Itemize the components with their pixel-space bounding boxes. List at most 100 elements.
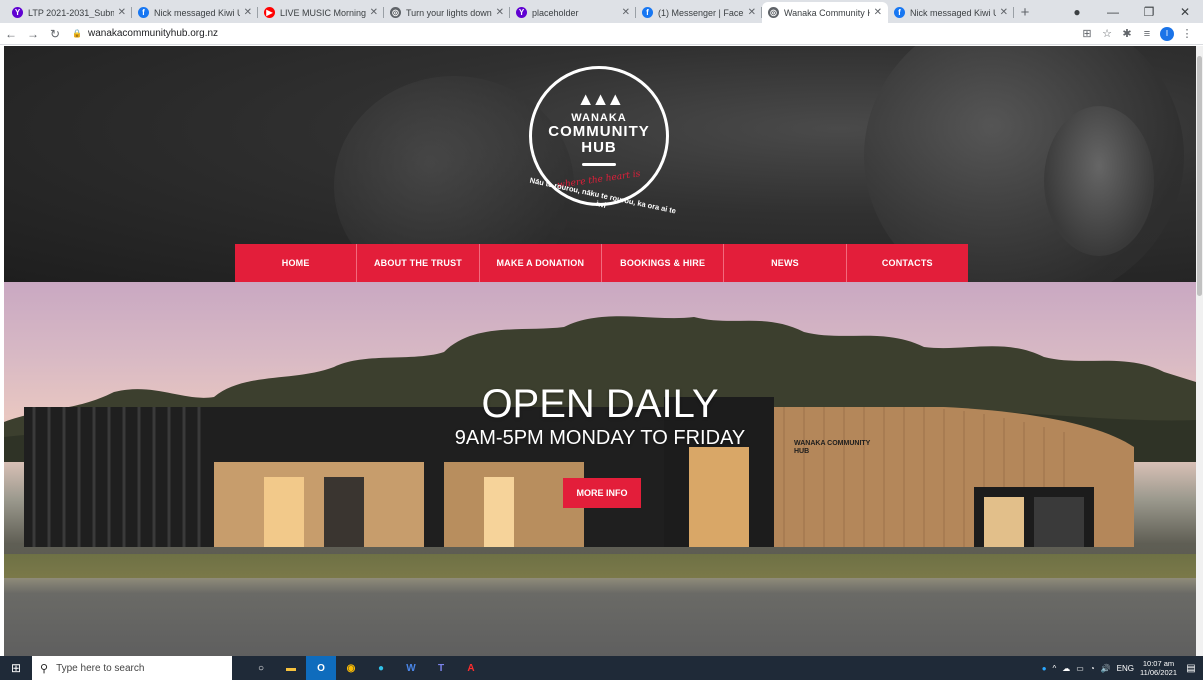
system-tray: ● ^ ☁ ▭ ◔ 🔊 ENG 10:07 am 11/06/2021 [1042,656,1177,680]
taskbar-search-placeholder: Type here to search [56,662,145,674]
nav-item-make-a-donation[interactable]: MAKE A DONATION [479,244,602,282]
menu-icon[interactable]: ⋮ [1177,24,1197,44]
forward-button[interactable]: → [22,23,44,45]
road-surface [4,578,1196,656]
onedrive-icon[interactable]: ☁ [1062,664,1070,673]
facebook-icon: f [138,7,149,18]
help-icon[interactable]: ● [1042,664,1047,673]
teams-icon[interactable]: T [426,656,456,680]
reload-button[interactable]: ↻ [44,23,66,45]
facebook-icon: f [642,7,653,18]
qr-code-icon[interactable]: ⊞ [1077,24,1097,44]
tab-close-icon[interactable]: ✕ [748,7,756,18]
browser-tab[interactable]: ▶ LIVE MUSIC Morning ✕ [258,2,384,23]
tab-close-icon[interactable]: ✕ [622,7,630,18]
globe-icon: ◎ [390,7,401,18]
language-indicator[interactable]: ENG [1117,664,1134,673]
browser-tab[interactable]: Y LTP 2021-2031_Submission ✕ [6,2,132,23]
battery-icon[interactable]: ▭ [1076,664,1084,673]
more-info-button[interactable]: MORE INFO [563,478,641,508]
new-tab-button[interactable]: + [1014,2,1036,23]
notification-icon[interactable]: ▤ [1183,660,1199,676]
background-fingernail [1044,106,1154,256]
minimize-button[interactable]: — [1095,0,1131,23]
clock-date: 11/06/2021 [1140,668,1177,677]
profile-avatar[interactable]: I [1160,26,1174,41]
tab-title: Nick messaged Kiwi Under [910,7,996,18]
tab-list: Y LTP 2021-2031_Submission ✕ f Nick messaged… [6,2,1014,23]
browser-tab[interactable]: ◎ Turn your lights down low ✕ [384,2,510,23]
tab-title: LIVE MUSIC Morning [280,7,366,18]
tab-close-icon[interactable]: ✕ [118,7,126,18]
close-window-button[interactable]: ✕ [1167,0,1203,23]
tab-close-icon[interactable]: ✕ [370,7,378,18]
cortana-icon[interactable]: ○ [246,656,276,680]
site-header: ▲▲▲ WANAKA COMMUNITY HUB where the heart… [4,46,1196,282]
url-text: wanakacommunityhub.org.nz [87,28,219,39]
youtube-icon: ▶ [264,7,275,18]
taskbar-search-box[interactable]: ⚲ Type here to search [32,656,232,680]
acrobat-icon[interactable]: A [456,656,486,680]
nav-item-bookings-hire[interactable]: BOOKINGS & HIRE [601,244,725,282]
chrome-icon[interactable]: ◉ [336,656,366,680]
edge-icon[interactable]: ● [366,656,396,680]
volume-icon[interactable]: 🔊 [1101,664,1111,673]
browser-tab[interactable]: ◎ Wanaka Community Hub | ✕ [762,2,888,23]
hero-banner: WANAKA COMMUNITY HUB OPEN DAILY 9AM-5PM … [4,282,1196,656]
browser-account-icon[interactable]: ● [1059,0,1095,23]
address-bar[interactable]: 🔒 wanakacommunityhub.org.nz [66,25,1077,43]
logo-underline [582,162,616,166]
nav-item-about-the-trust[interactable]: ABOUT THE TRUST [357,244,480,282]
hero-text: OPEN DAILY 9AM-5PM MONDAY TO FRIDAY [4,384,1196,450]
site-logo[interactable]: ▲▲▲ WANAKA COMMUNITY HUB where the heart… [529,66,677,216]
tab-close-icon[interactable]: ✕ [496,7,504,18]
globe-icon: ◎ [768,7,779,18]
tab-close-icon[interactable]: ✕ [244,7,252,18]
back-button[interactable]: ← [0,23,22,45]
tab-title: Nick messaged Kiwi Under [154,7,240,18]
tab-title: LTP 2021-2031_Submission [28,7,114,18]
tab-title: placeholder [532,7,579,18]
windows-taskbar: ⊞ ⚲ Type here to search ○ ▬ O ◉ ● W T A … [0,656,1203,680]
bookmark-star-icon[interactable]: ☆ [1097,24,1117,44]
tray-expand-icon[interactable]: ^ [1053,664,1057,673]
clock-time: 10:07 am [1142,659,1175,668]
browser-tab[interactable]: Yplaceholder ✕ [510,2,636,23]
page-scrollbar[interactable] [1196,46,1203,656]
outlook-icon[interactable]: O [306,656,336,680]
scrollbar-thumb[interactable] [1197,56,1202,296]
browser-toolbar: ← → ↻ 🔒 wanakacommunityhub.org.nz ⊞ ☆ ✱ … [0,23,1203,45]
mountain-logo-icon: ▲▲▲ [576,88,624,109]
tab-title: Turn your lights down low [406,7,492,18]
hero-title: OPEN DAILY [481,382,719,426]
extensions-icon[interactable]: ✱ [1117,24,1137,44]
yahoo-icon: Y [516,7,527,18]
tab-close-icon[interactable]: ✕ [1000,7,1008,18]
nav-item-home[interactable]: HOME [235,244,358,282]
browser-tab-strip: Y LTP 2021-2031_Submission ✕ f Nick messaged… [0,0,1203,23]
browser-tab[interactable]: f Nick messaged Kiwi Under ✕ [888,2,1014,23]
windows-start-icon[interactable]: ⊞ [0,656,32,680]
file-explorer-icon[interactable]: ▬ [276,656,306,680]
wifi-icon[interactable]: ◔ [1090,664,1095,673]
facebook-icon: f [894,7,905,18]
yahoo-icon: Y [12,7,23,18]
reading-list-icon[interactable]: ≡ [1137,24,1157,44]
lock-icon: 🔒 [72,29,82,38]
restore-button[interactable]: ❐ [1131,0,1167,23]
logo-line-community: COMMUNITY [548,122,650,140]
hero-subtitle: 9AM-5PM MONDAY TO FRIDAY [454,427,746,449]
word-icon[interactable]: W [396,656,426,680]
browser-tab[interactable]: f (1) Messenger | Facebook ✕ [636,2,762,23]
nav-item-news[interactable]: NEWS [724,244,847,282]
browser-tab[interactable]: f Nick messaged Kiwi Under ✕ [132,2,258,23]
window-controls: ● — ❐ ✕ [1059,0,1203,23]
page-viewport: ▲▲▲ WANAKA COMMUNITY HUB where the heart… [4,46,1196,656]
nav-item-contacts[interactable]: CONTACTS [846,244,968,282]
tab-close-icon[interactable]: ✕ [874,7,882,18]
taskbar-apps: ○ ▬ O ◉ ● W T A [246,656,486,680]
logo-line-wanaka: WANAKA [571,111,627,124]
tab-title: Wanaka Community Hub | [784,7,870,18]
taskbar-clock[interactable]: 10:07 am 11/06/2021 [1140,659,1177,677]
main-nav: HOME ABOUT THE TRUST MAKE A DONATION BOOKIN… [235,244,968,282]
